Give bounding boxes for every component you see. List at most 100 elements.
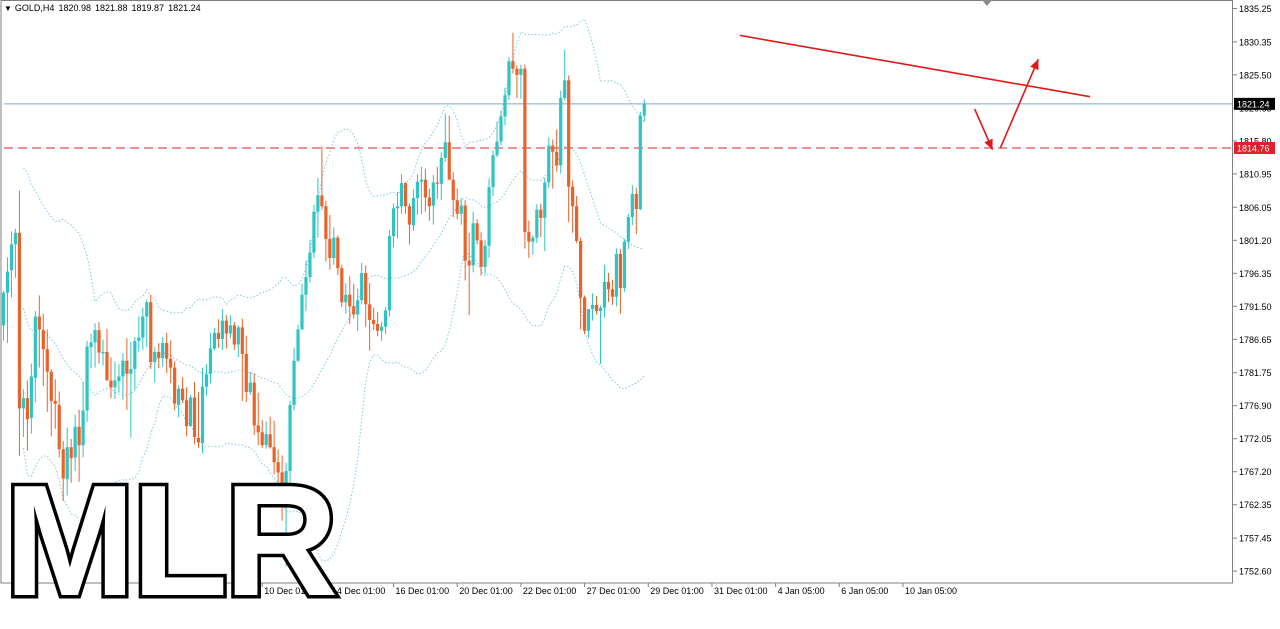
candle-body	[602, 281, 607, 308]
candle-body	[395, 206, 400, 209]
candle-body	[523, 68, 527, 233]
candle-body	[200, 386, 205, 444]
candle-body	[264, 434, 268, 446]
watermark-logo: MLR	[0, 453, 341, 629]
candle-body	[563, 80, 567, 99]
candle-body	[308, 252, 312, 278]
candle-body	[575, 206, 579, 241]
candle-body	[360, 272, 364, 301]
candle	[638, 111, 642, 211]
candle-body	[192, 397, 197, 438]
candle-body	[21, 398, 25, 409]
candle-body	[459, 205, 463, 214]
candle-body	[364, 272, 368, 305]
x-tick-label: 16 Dec 01:00	[396, 586, 450, 596]
candle-body	[173, 367, 177, 404]
candle-body	[312, 211, 316, 253]
candle-body	[129, 368, 133, 374]
candle-body	[113, 380, 117, 388]
candle-body	[208, 348, 213, 374]
candle-body	[407, 206, 412, 225]
candle-body	[423, 179, 427, 198]
candle-body	[296, 329, 300, 361]
candle-body	[252, 382, 256, 426]
candle-body	[439, 157, 443, 184]
candle-body	[149, 302, 153, 363]
candle-body	[228, 325, 232, 334]
candle-body	[586, 309, 591, 331]
candle-body	[145, 302, 149, 317]
candle-body	[109, 380, 113, 388]
candle-body	[435, 182, 439, 184]
candle-body	[447, 142, 451, 180]
candle	[387, 230, 392, 317]
candle	[296, 324, 300, 363]
candle	[622, 238, 626, 293]
candle-body	[503, 95, 507, 117]
candle-body	[304, 277, 308, 295]
y-tick-label: 1767.20	[1239, 467, 1272, 477]
candle-body	[320, 195, 324, 207]
candle-body	[618, 253, 622, 288]
candle-body	[451, 179, 455, 201]
candle-body	[324, 206, 328, 239]
candle	[559, 90, 563, 174]
candle-body	[487, 187, 491, 246]
candle-body	[356, 300, 360, 315]
candle-body	[196, 437, 201, 443]
candle-body	[121, 360, 125, 377]
candle-body	[515, 68, 519, 75]
candle-body	[81, 410, 85, 446]
candle-body	[157, 351, 161, 359]
candle-body	[137, 337, 141, 342]
x-tick-label: 22 Dec 01:00	[523, 586, 577, 596]
level-price-tag-text: 1814.76	[1237, 143, 1270, 153]
candle	[523, 64, 527, 249]
candle-body	[415, 181, 420, 199]
candle-body	[37, 316, 41, 330]
candle-body	[184, 400, 189, 427]
candle-body	[495, 141, 499, 156]
candle-body	[5, 271, 10, 293]
candle-body	[204, 374, 209, 387]
candle-body	[571, 186, 575, 207]
x-tick-label: 10 Jan 05:00	[905, 586, 957, 596]
candle-body	[9, 244, 14, 271]
x-tick-label: 14 Dec 01:00	[332, 586, 386, 596]
candle-body	[579, 240, 583, 298]
candle-body	[352, 306, 356, 315]
candle-body	[590, 304, 595, 310]
chart-shift-marker-icon[interactable]	[982, 0, 992, 6]
candle-body	[336, 237, 340, 269]
symbol-dropdown-icon[interactable]: ▼	[4, 4, 12, 13]
x-tick-label: 27 Dec 01:00	[587, 586, 641, 596]
y-tick-label: 1781.75	[1239, 368, 1272, 378]
candle	[507, 57, 511, 101]
x-tick-label: 31 Dec 01:00	[714, 586, 768, 596]
candle-body	[483, 245, 487, 267]
chart-header: ▼ GOLD,H4 1820.98 1821.88 1819.87 1821.24	[4, 3, 205, 13]
candle-body	[53, 400, 57, 404]
candle-body	[638, 115, 642, 209]
candle-body	[567, 80, 571, 187]
candle-body	[348, 294, 352, 307]
candle-body	[471, 223, 475, 266]
candle-body	[555, 151, 559, 166]
current-price-tag-text: 1821.24	[1237, 99, 1270, 109]
candle-body	[224, 320, 228, 334]
candle-body	[499, 116, 503, 142]
y-tick-label: 1835.25	[1239, 4, 1272, 14]
candle-body	[57, 405, 61, 450]
candle-body	[13, 232, 18, 245]
candle-body	[582, 297, 587, 331]
level-price-tag: 1814.76	[1234, 141, 1275, 154]
candle-body	[376, 324, 380, 331]
y-tick-label: 1806.05	[1239, 203, 1272, 213]
x-tick-label: 29 Dec 01:00	[650, 586, 704, 596]
y-tick-label: 1762.35	[1239, 500, 1272, 510]
candle-body	[610, 289, 615, 297]
candle-body	[606, 281, 611, 290]
candle-body	[630, 194, 634, 218]
candle-body	[292, 360, 296, 406]
candle-body	[260, 432, 264, 446]
